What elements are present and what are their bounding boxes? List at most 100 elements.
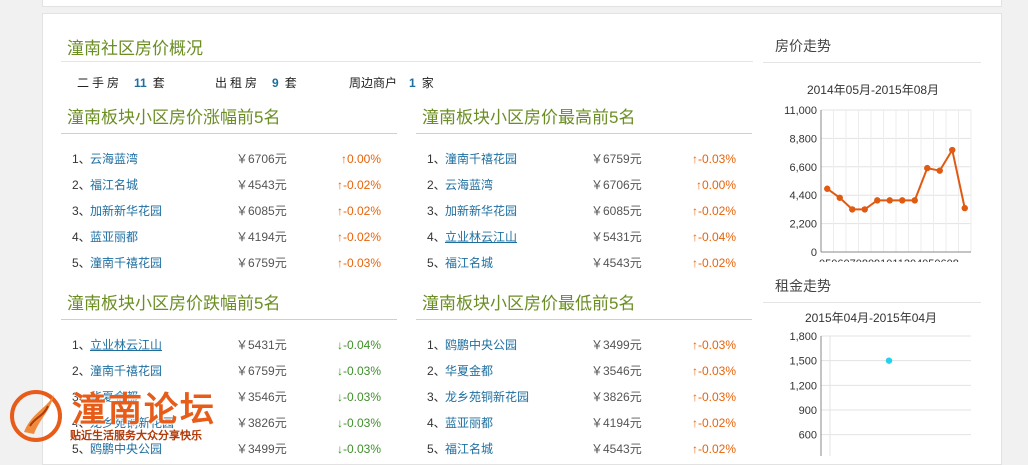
- price-trend-title: 房价走势: [763, 24, 981, 63]
- y-tick-label: 4,400: [789, 190, 817, 202]
- block-title: 潼南板块小区房价最高前5名: [416, 107, 752, 134]
- y-tick-label: 1,200: [789, 380, 817, 392]
- change-value: ↑0.00%: [695, 178, 736, 192]
- stat-label: 二手房: [77, 76, 123, 90]
- list-item: 2、 华夏金都 ￥3546元 ↑-0.03%: [416, 358, 752, 384]
- rank-number: 2、: [427, 364, 446, 378]
- price-trend-chart: 2014年05月-2015年08月 0 2,200 4,400 6,600 8,800 11…: [784, 83, 972, 262]
- block-title: 潼南板块小区房价涨幅前5名: [61, 107, 397, 134]
- watermark-subtitle: 贴近生活服务大众分享快乐: [70, 430, 202, 442]
- price-value: ￥4543元: [236, 178, 287, 192]
- community-link[interactable]: 云海蓝湾: [445, 172, 493, 198]
- price-value: ￥6759元: [591, 152, 642, 166]
- price-value: ￥3826元: [591, 390, 642, 404]
- community-link[interactable]: 龙乡苑铜新花园: [445, 384, 529, 410]
- y-tick-label: 900: [799, 405, 817, 417]
- rank-number: 1、: [427, 338, 446, 352]
- rank-number: 3、: [72, 204, 91, 218]
- stat-rental[interactable]: 出租房 9 套: [215, 74, 297, 91]
- rent-trend-title: 租金走势: [763, 264, 981, 303]
- community-link[interactable]: 蓝亚丽都: [90, 224, 138, 250]
- price-value: ￥6085元: [236, 204, 287, 218]
- stat-unit: 家: [421, 76, 434, 90]
- community-link[interactable]: 加新新华花园: [445, 198, 517, 224]
- change-value: ↑-0.02%: [691, 256, 736, 270]
- data-point: [911, 197, 918, 204]
- price-value: ￥6759元: [236, 256, 287, 270]
- chart-title: 2015年04月-2015年04月: [805, 311, 937, 325]
- community-link[interactable]: 立业林云江山: [445, 224, 517, 250]
- y-tick-label: 11,000: [784, 105, 817, 117]
- rise-top5-block: 潼南板块小区房价涨幅前5名 1、 云海蓝湾 ￥6706元 ↑0.00% 2、 福江名城 ￥4…: [61, 107, 397, 276]
- list-item: 4、 立业林云江山 ￥5431元 ↑-0.04%: [416, 224, 752, 250]
- data-point: [924, 164, 931, 172]
- change-value: ↑-0.03%: [691, 364, 736, 378]
- divider: [61, 61, 753, 62]
- list-item: 1、 鸥鹏中央公园 ￥3499元 ↑-0.03%: [416, 332, 752, 358]
- stat-label: 周边商户: [349, 76, 398, 90]
- change-value: ↑-0.02%: [691, 416, 736, 430]
- rank-number: 4、: [72, 230, 91, 244]
- community-link[interactable]: 加新新华花园: [90, 198, 162, 224]
- rank-number: 3、: [427, 204, 446, 218]
- block-title: 潼南板块小区房价最低前5名: [416, 293, 752, 320]
- y-tick-label: 600: [799, 430, 817, 442]
- list-item: 4、 蓝亚丽都 ￥4194元 ↑-0.02%: [61, 224, 397, 250]
- rank-number: 3、: [427, 390, 446, 404]
- community-link[interactable]: 华夏金都: [445, 358, 493, 384]
- chart-title: 2014年05月-2015年08月: [807, 83, 939, 97]
- data-point: [885, 357, 893, 364]
- stat-second-hand[interactable]: 二手房 11 套: [77, 74, 165, 91]
- watermark-title: 潼南论坛: [72, 390, 216, 430]
- top-card-edge: [42, 0, 1002, 7]
- community-link[interactable]: 蓝亚丽都: [445, 410, 493, 436]
- list-item: 5、 潼南千禧花园 ￥6759元 ↑-0.03%: [61, 250, 397, 276]
- y-tick-label: 8,800: [789, 133, 817, 145]
- price-value: ￥6706元: [236, 152, 287, 166]
- community-link[interactable]: 福江名城: [445, 436, 493, 462]
- community-link[interactable]: 云海蓝湾: [90, 146, 138, 172]
- data-point: [874, 197, 881, 204]
- list-item: 1、 潼南千禧花园 ￥6759元 ↑-0.03%: [416, 146, 752, 172]
- change-value: ↑-0.03%: [336, 256, 381, 270]
- x-tick-labels: 05060708091011204050608: [819, 258, 959, 262]
- data-point: [899, 197, 906, 204]
- community-link[interactable]: 福江名城: [445, 250, 493, 276]
- highest-top5-block: 潼南板块小区房价最高前5名 1、 潼南千禧花园 ￥6759元 ↑-0.03% 2、 云海蓝…: [416, 107, 752, 276]
- change-value: ↓-0.03%: [336, 416, 381, 430]
- change-value: ↓-0.03%: [336, 364, 381, 378]
- stat-label: 出租房: [215, 76, 261, 90]
- y-tick-label: 0: [811, 247, 817, 259]
- change-value: ↓-0.03%: [336, 390, 381, 404]
- stat-nearby-shops[interactable]: 周边商户 1 家: [349, 74, 434, 91]
- price-value: ￥4543元: [591, 256, 642, 270]
- stat-count: 9: [272, 76, 279, 90]
- stat-unit: 套: [284, 76, 297, 90]
- list-item: 4、 蓝亚丽都 ￥4194元 ↑-0.02%: [416, 410, 752, 436]
- change-value: ↓-0.03%: [336, 442, 381, 456]
- stat-unit: 套: [152, 76, 165, 90]
- phoenix-logo-icon: [10, 390, 62, 442]
- price-value: ￥4194元: [591, 416, 642, 430]
- rank-number: 2、: [72, 178, 91, 192]
- community-link[interactable]: 立业林云江山: [90, 332, 162, 358]
- change-value: ↑-0.02%: [691, 442, 736, 456]
- list-item: 2、 云海蓝湾 ￥6706元 ↑0.00%: [416, 172, 752, 198]
- community-link[interactable]: 潼南千禧花园: [90, 250, 162, 276]
- ranking-list: 1、 云海蓝湾 ￥6706元 ↑0.00% 2、 福江名城 ￥4543元 ↑-0.02% 3、加…: [61, 146, 397, 276]
- rank-number: 5、: [72, 256, 91, 270]
- list-item: 3、 加新新华花园 ￥6085元 ↑-0.02%: [416, 198, 752, 224]
- change-value: ↑-0.02%: [336, 204, 381, 218]
- community-link[interactable]: 福江名城: [90, 172, 138, 198]
- change-value: ↑-0.03%: [691, 390, 736, 404]
- list-item: 1、 云海蓝湾 ￥6706元 ↑0.00%: [61, 146, 397, 172]
- list-item: 3、 加新新华花园 ￥6085元 ↑-0.02%: [61, 198, 397, 224]
- block-title: 潼南板块小区房价跌幅前5名: [61, 293, 397, 320]
- community-link[interactable]: 鸥鹏中央公园: [445, 332, 517, 358]
- community-link[interactable]: 潼南千禧花园: [445, 146, 517, 172]
- data-point: [961, 204, 968, 212]
- list-item: 5、 福江名城 ￥4543元 ↑-0.02%: [416, 436, 752, 462]
- data-point: [836, 194, 843, 201]
- lowest-top5-block: 潼南板块小区房价最低前5名 1、 鸥鹏中央公园 ￥3499元 ↑-0.03% 2、 华夏金…: [416, 293, 752, 462]
- price-value: ￥6085元: [591, 204, 642, 218]
